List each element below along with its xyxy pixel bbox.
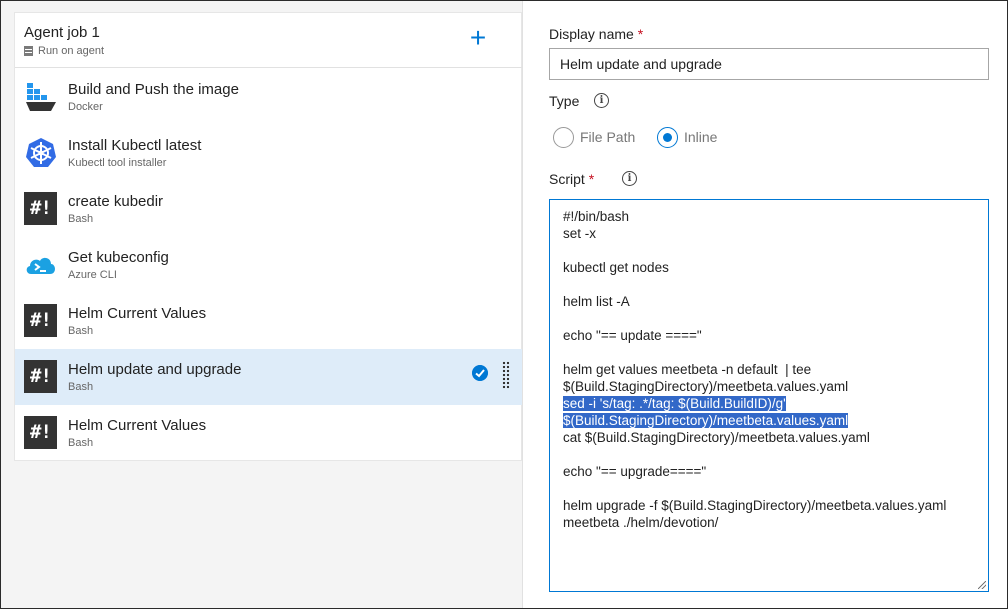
azure-cli-icon: [26, 257, 55, 274]
task-subtitle: Azure CLI: [68, 269, 117, 281]
script-line-text: echo "== upgrade====": [563, 464, 707, 479]
radio-inline[interactable]: [657, 127, 678, 148]
script-line: kubectl get nodes: [563, 259, 975, 276]
agent-job-title: Agent job 1: [24, 24, 100, 41]
task-subtitle: Bash: [68, 213, 94, 225]
task-title: Install Kubectl latest: [68, 137, 202, 154]
task-subtitle: Bash: [68, 325, 94, 337]
drag-handle-icon[interactable]: [502, 361, 510, 389]
display-name-label-text: Display name: [549, 26, 634, 42]
script-line-text: helm upgrade -f $(Build.StagingDirectory…: [563, 498, 947, 513]
kubernetes-icon: [26, 138, 56, 167]
script-line: [563, 242, 975, 259]
display-name-label: Display name *: [549, 26, 643, 42]
script-line: $(Build.StagingDirectory)/meetbeta.value…: [563, 378, 975, 395]
add-task-button[interactable]: +: [464, 24, 492, 53]
type-info-icon[interactable]: i: [594, 93, 609, 108]
agent-job-subtitle-text: Run on agent: [38, 45, 105, 57]
script-label: Script *: [549, 171, 594, 187]
script-line: helm list -A: [563, 293, 975, 310]
script-line-text: $(Build.StagingDirectory)/meetbeta.value…: [563, 379, 849, 394]
script-line: [563, 310, 975, 327]
script-label-text: Script: [549, 171, 585, 187]
task-item-helm-current-values-2[interactable]: #! Helm Current Values Bash: [15, 405, 523, 461]
script-line-text: meetbeta ./helm/devotion/: [563, 515, 719, 530]
script-line-text: helm list -A: [563, 294, 630, 309]
task-title: Helm Current Values: [68, 417, 207, 434]
type-label: Type: [549, 93, 580, 109]
script-line: set -x: [563, 225, 975, 242]
required-mark: *: [637, 26, 644, 42]
task-subtitle: Docker: [68, 101, 103, 113]
script-line: [563, 480, 975, 497]
task-title: Helm update and upgrade: [68, 361, 242, 378]
task-item-create-kubedir[interactable]: #! create kubedir Bash: [15, 181, 523, 237]
bash-icon: #!: [24, 192, 57, 225]
script-line-text: cat $(Build.StagingDirectory)/meetbeta.v…: [563, 430, 870, 445]
agent-job-subtitle: Run on agent: [24, 45, 104, 57]
task-item-helm-current-values[interactable]: #! Helm Current Values Bash: [15, 293, 523, 349]
bash-icon: #!: [24, 304, 57, 337]
script-line: echo "== update ====": [563, 327, 975, 344]
enabled-check-icon[interactable]: [472, 365, 488, 381]
task-subtitle: Kubectl tool installer: [68, 157, 167, 169]
script-line: helm upgrade -f $(Build.StagingDirectory…: [563, 497, 975, 514]
radio-file-path[interactable]: [553, 127, 574, 148]
script-textarea[interactable]: #!/bin/bash set -x kubectl get nodes helm l…: [549, 199, 989, 592]
task-properties-panel: Display name * Helm update and upgrade T…: [522, 0, 1008, 609]
docker-icon: [26, 83, 56, 111]
bash-icon: #!: [24, 360, 57, 393]
resize-handle-icon[interactable]: [978, 581, 986, 589]
display-name-input[interactable]: Helm update and upgrade: [549, 48, 989, 80]
script-line-text: #!/bin/bash: [563, 209, 630, 224]
task-subtitle: Bash: [68, 437, 94, 449]
script-line: [563, 446, 975, 463]
agent-pool-icon: [24, 46, 33, 56]
script-line: $(Build.StagingDirectory)/meetbeta.value…: [563, 412, 975, 429]
script-line: [563, 276, 975, 293]
task-title: Get kubeconfig: [68, 249, 169, 266]
agent-job-header[interactable]: Agent job 1 Run on agent +: [15, 13, 523, 68]
radio-file-path-label[interactable]: File Path: [580, 129, 635, 145]
task-title: Helm Current Values: [68, 305, 207, 322]
script-line-text: set -x: [563, 226, 597, 241]
task-title: Build and Push the image: [68, 81, 239, 98]
script-line-text: helm get values meetbeta -n default | te…: [563, 362, 812, 377]
script-line-text: kubectl get nodes: [563, 260, 669, 275]
radio-inline-label[interactable]: Inline: [684, 129, 717, 145]
script-line: helm get values meetbeta -n default | te…: [563, 361, 975, 378]
task-title: create kubedir: [68, 193, 164, 210]
task-item-install-kubectl[interactable]: Install Kubectl latest Kubectl tool inst…: [15, 125, 523, 181]
bash-icon: #!: [24, 416, 57, 449]
script-line: #!/bin/bash: [563, 208, 975, 225]
task-item-get-kubeconfig[interactable]: Get kubeconfig Azure CLI: [15, 237, 523, 293]
script-line: cat $(Build.StagingDirectory)/meetbeta.v…: [563, 429, 975, 446]
script-line-text: echo "== update ====": [563, 328, 702, 343]
script-info-icon[interactable]: i: [622, 171, 637, 186]
task-item-helm-update-upgrade[interactable]: #! Helm update and upgrade Bash: [15, 349, 523, 405]
task-subtitle: Bash: [68, 381, 94, 393]
script-line-text: sed -i 's/tag: .*/tag: $(Build.BuildID)/…: [563, 396, 786, 411]
script-line: echo "== upgrade====": [563, 463, 975, 480]
required-mark: *: [588, 171, 595, 187]
task-item-build-and-push[interactable]: Build and Push the image Docker: [15, 69, 523, 125]
script-line-text: $(Build.StagingDirectory)/meetbeta.value…: [563, 413, 849, 428]
script-line: sed -i 's/tag: .*/tag: $(Build.BuildID)/…: [563, 395, 975, 412]
script-line: [563, 344, 975, 361]
task-list-panel: Agent job 1 Run on agent + Build and Pus…: [14, 12, 523, 461]
script-line: meetbeta ./helm/devotion/: [563, 514, 975, 531]
